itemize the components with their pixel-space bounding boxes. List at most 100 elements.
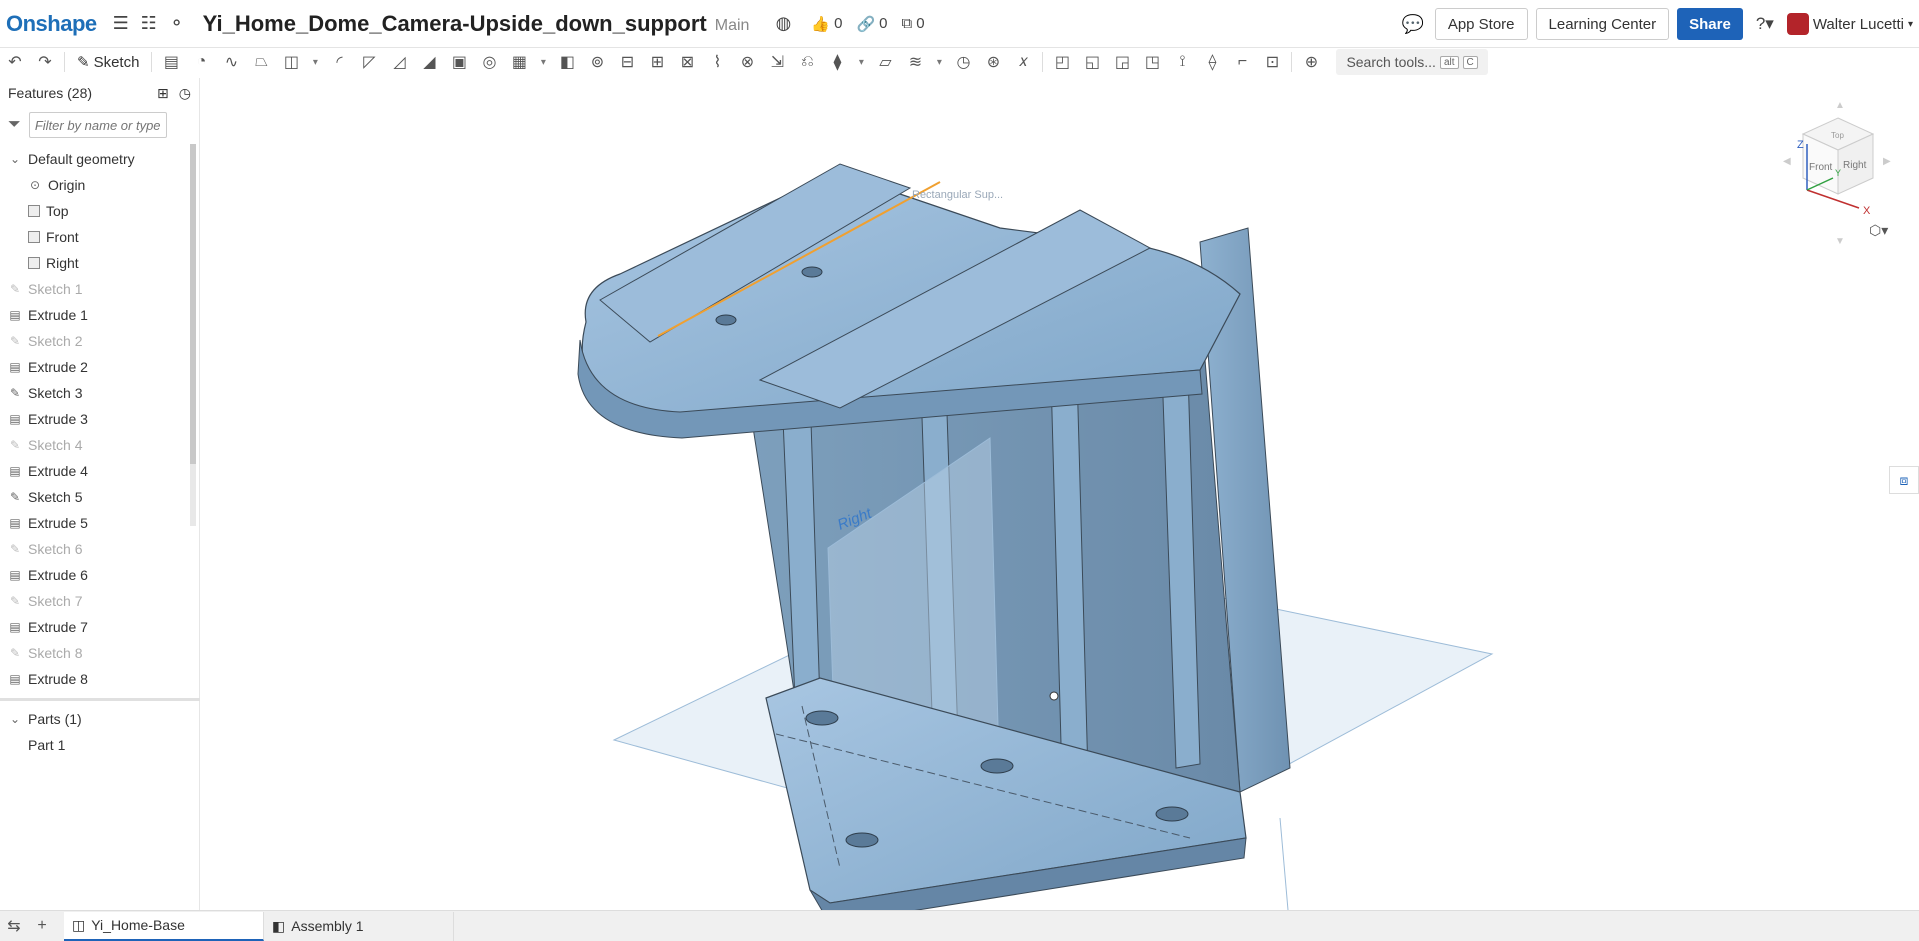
chevron-down-icon[interactable]: ⌄ [8, 152, 22, 166]
rib-icon[interactable]: ◢ [414, 49, 444, 75]
chamfer-icon[interactable]: ◸ [354, 49, 384, 75]
sketch-button[interactable]: ✎ Sketch [69, 49, 147, 75]
undo-icon[interactable]: ↶ [0, 49, 30, 75]
feature-item-extrude[interactable]: ▤ Extrude 1 [0, 302, 199, 328]
graphics-area[interactable]: Right Rectangular Sup... Top Front Right [200, 78, 1919, 925]
chevron-down-icon[interactable]: ▾ [306, 49, 324, 75]
parts-folder[interactable]: ⌄ Parts (1) [0, 706, 200, 732]
plane-item-top[interactable]: Top [0, 198, 199, 224]
divider[interactable] [0, 698, 200, 701]
learning-center-button[interactable]: Learning Center [1535, 8, 1670, 40]
feature-item-extrude[interactable]: ▤ Extrude 2 [0, 354, 199, 380]
helix-icon[interactable]: ≋ [900, 49, 930, 75]
likes[interactable]: 👍 0 [811, 15, 842, 33]
feature-list-icon[interactable]: ☷ [135, 10, 163, 38]
corner-icon[interactable]: ⌐ [1227, 49, 1257, 75]
sweep-icon[interactable]: ∿ [216, 49, 246, 75]
feature-item-extrude[interactable]: ▤ Extrude 4 [0, 458, 199, 484]
add-folder-icon[interactable]: ⊞ [157, 85, 169, 102]
draft-icon[interactable]: ◿ [384, 49, 414, 75]
help-icon[interactable]: ?▾ [1751, 10, 1779, 38]
measure-icon[interactable]: ⊛ [978, 49, 1008, 75]
feature-item-sketch[interactable]: ✎ Sketch 7 [0, 588, 199, 614]
feature-item-sketch[interactable]: ✎ Sketch 1 [0, 276, 199, 302]
share-button[interactable]: Share [1677, 8, 1743, 40]
feature-item-sketch[interactable]: ✎ Sketch 2 [0, 328, 199, 354]
filter-icon[interactable]: ⏷ [8, 116, 21, 134]
mount-hole[interactable] [845, 832, 879, 848]
comment-icon[interactable]: 💬 [1399, 10, 1427, 38]
plane-item-right[interactable]: Right [0, 250, 199, 276]
part-item[interactable]: Part 1 [0, 732, 200, 758]
display-states-icon[interactable]: ⧈ [1889, 466, 1919, 494]
boolean-icon[interactable]: ⊚ [582, 49, 612, 75]
feature-item-sketch[interactable]: ✎ Sketch 6 [0, 536, 199, 562]
pattern-icon[interactable]: ▦ [504, 49, 534, 75]
mirror-icon[interactable]: ◧ [552, 49, 582, 75]
hem-icon[interactable]: ◲ [1107, 49, 1137, 75]
filter-input[interactable] [28, 112, 167, 138]
split-icon[interactable]: ⊟ [612, 49, 642, 75]
sheet-metal-icon[interactable]: ◰ [1047, 49, 1077, 75]
form-icon[interactable]: ⟠ [1197, 49, 1227, 75]
feature-item-sketch[interactable]: ✎ Sketch 8 [0, 640, 199, 666]
mate-connector-icon[interactable]: ◷ [948, 49, 978, 75]
chevron-down-icon[interactable]: ▾ [534, 49, 552, 75]
redo-icon[interactable]: ↷ [30, 49, 60, 75]
feature-item-extrude[interactable]: ▤ Extrude 5 [0, 510, 199, 536]
flat-icon[interactable]: ⊡ [1257, 49, 1287, 75]
scrollbar-thumb[interactable] [190, 144, 196, 464]
delete-face-icon[interactable]: ⊗ [732, 49, 762, 75]
app-store-button[interactable]: App Store [1434, 8, 1528, 40]
model-view[interactable]: Right Rectangular Sup... [200, 78, 1919, 925]
feature-item-sketch[interactable]: ✎ Sketch 4 [0, 432, 199, 458]
transform-icon[interactable]: ⊞ [642, 49, 672, 75]
user-menu[interactable]: Walter Lucetti ▾ [1786, 13, 1913, 35]
revolve-icon[interactable]: ◔ [186, 49, 216, 75]
search-tools[interactable]: Search tools... alt C [1336, 49, 1488, 75]
insert-icon[interactable]: ⚬ [163, 10, 191, 38]
feature-item-extrude[interactable]: ▤ Extrude 3 [0, 406, 199, 432]
chevron-down-icon[interactable]: ⌄ [8, 712, 22, 726]
offset-surface-icon[interactable]: ⧫ [822, 49, 852, 75]
move-face-icon[interactable]: ⇲ [762, 49, 792, 75]
menu-icon[interactable]: ☰ [107, 10, 135, 38]
feature-item-sketch[interactable]: ✎ Sketch 3 [0, 380, 199, 406]
links[interactable]: 🔗 0 [856, 15, 887, 33]
plane-icon[interactable]: ▱ [870, 49, 900, 75]
branch-name[interactable]: Main [715, 17, 750, 35]
chevron-down-icon[interactable]: ▾ [852, 49, 870, 75]
chevron-down-icon[interactable]: ▾ [930, 49, 948, 75]
globe-icon[interactable]: ◍ [769, 10, 797, 38]
tab-manager-icon[interactable]: ⇆ [0, 916, 28, 936]
mount-hole[interactable] [1155, 806, 1189, 822]
origin-item[interactable]: ⊙ Origin [0, 172, 199, 198]
hole-icon[interactable]: ◎ [474, 49, 504, 75]
variable-icon[interactable]: 𝑥 [1008, 49, 1038, 75]
mount-hole[interactable] [805, 710, 839, 726]
screw-hole[interactable] [715, 314, 737, 326]
default-geometry-folder[interactable]: ⌄ Default geometry [0, 146, 199, 172]
feature-item-extrude[interactable]: ▤ Extrude 7 [0, 614, 199, 640]
document-title[interactable]: Yi_Home_Dome_Camera-Upside_down_support [203, 11, 707, 37]
origin-point[interactable] [1049, 691, 1059, 701]
feature-item-sketch[interactable]: ✎ Sketch 5 [0, 484, 199, 510]
tab-part-studio[interactable]: ◫ Yi_Home-Base [64, 911, 264, 941]
extrude-icon[interactable]: ▤ [156, 49, 186, 75]
modify-fillet-icon[interactable]: ⌇ [702, 49, 732, 75]
thicken-icon[interactable]: ◫ [276, 49, 306, 75]
screw-hole[interactable] [801, 266, 823, 278]
feature-item-extrude[interactable]: ▤ Extrude 6 [0, 562, 199, 588]
shell-icon[interactable]: ▣ [444, 49, 474, 75]
tab-assembly[interactable]: ◧ Assembly 1 [264, 911, 454, 941]
plane-item-front[interactable]: Front [0, 224, 199, 250]
flange-icon[interactable]: ◱ [1077, 49, 1107, 75]
feature-item-extrude[interactable]: ▤ Extrude 8 [0, 666, 199, 692]
tab-icon[interactable]: ◳ [1137, 49, 1167, 75]
copies[interactable]: ⧉ 0 [901, 15, 924, 32]
onshape-logo[interactable]: Onshape [6, 11, 97, 37]
rollback-icon[interactable]: ◷ [179, 85, 191, 102]
bend-icon[interactable]: ⟟ [1167, 49, 1197, 75]
add-tab-icon[interactable]: + [28, 917, 56, 935]
replace-face-icon[interactable]: ⎌ [792, 49, 822, 75]
